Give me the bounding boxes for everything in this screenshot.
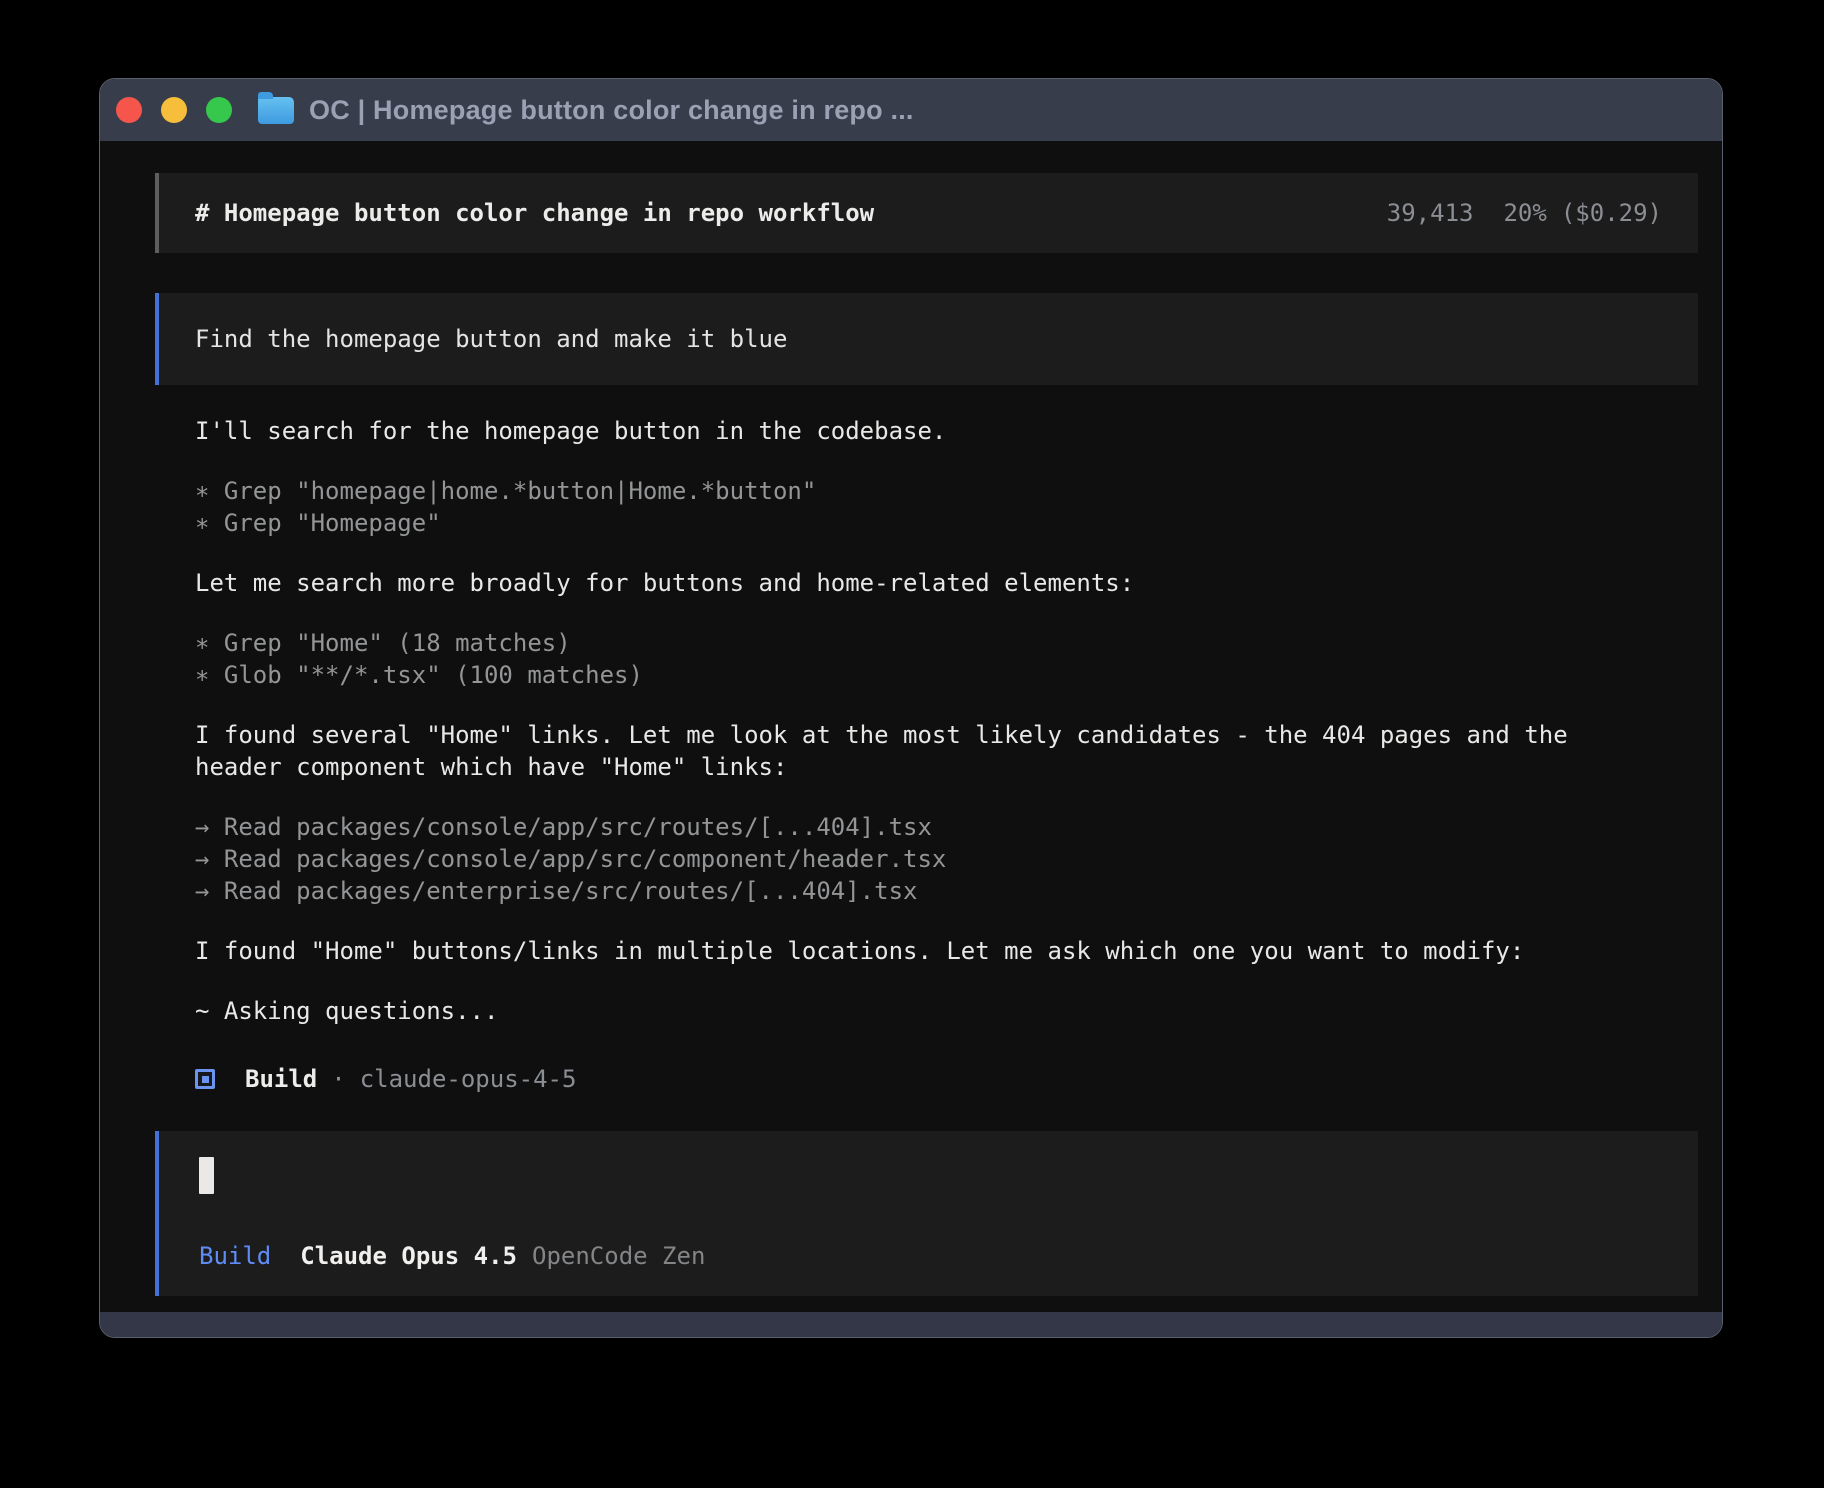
session-title: # Homepage button color change in repo w… [195, 197, 874, 229]
assistant-text: I'll search for the homepage button in t… [195, 415, 1645, 447]
close-button[interactable] [116, 97, 142, 123]
tool-call-read: → Read packages/enterprise/src/routes/[.… [195, 875, 1645, 907]
terminal-content: # Homepage button color change in repo w… [100, 141, 1722, 1312]
session-header: # Homepage button color change in repo w… [155, 173, 1698, 253]
terminal-window: OC | Homepage button color change in rep… [99, 78, 1723, 1338]
tool-call-grep: ∗ Grep "homepage|home.*button|Home.*butt… [195, 475, 1645, 507]
input-footer: Build Claude Opus 4.5 OpenCode Zen [199, 1240, 1662, 1272]
tool-call-read: → Read packages/console/app/src/routes/[… [195, 811, 1645, 843]
maximize-button[interactable] [206, 97, 232, 123]
model-label: Claude Opus 4.5 [300, 1242, 517, 1270]
session-stats: 39,413 20% ($0.29) [1387, 197, 1662, 229]
assistant-text: I found "Home" buttons/links in multiple… [195, 935, 1645, 967]
tool-call-glob: ∗ Glob "**/*.tsx" (100 matches) [195, 659, 1645, 691]
tool-call-group: ∗ Grep "Home" (18 matches) ∗ Glob "**/*.… [195, 627, 1645, 691]
folder-icon [258, 97, 294, 124]
assistant-text: Let me search more broadly for buttons a… [195, 567, 1645, 599]
user-message: Find the homepage button and make it blu… [155, 293, 1698, 385]
titlebar: OC | Homepage button color change in rep… [100, 79, 1722, 141]
window-bottom-chrome [100, 1312, 1722, 1337]
agent-icon [195, 1069, 215, 1089]
tool-call-grep: ∗ Grep "Homepage" [195, 507, 1645, 539]
token-count: 39,413 [1387, 199, 1474, 227]
tool-call-group: → Read packages/console/app/src/routes/[… [195, 811, 1645, 907]
window-controls [116, 97, 232, 123]
agent-separator: · [331, 1063, 345, 1095]
provider-label: OpenCode Zen [532, 1242, 705, 1270]
tool-call-grep: ∗ Grep "Home" (18 matches) [195, 627, 1645, 659]
session-cost: ($0.29) [1561, 199, 1662, 227]
agent-model: claude-opus-4-5 [360, 1063, 577, 1095]
tool-call-read: → Read packages/console/app/src/componen… [195, 843, 1645, 875]
prompt-input[interactable]: Build Claude Opus 4.5 OpenCode Zen [155, 1131, 1698, 1296]
minimize-button[interactable] [161, 97, 187, 123]
user-message-text: Find the homepage button and make it blu… [195, 325, 787, 353]
window-title: OC | Homepage button color change in rep… [309, 95, 914, 126]
agent-name: Build [245, 1063, 317, 1095]
mode-label: Build [199, 1242, 271, 1270]
context-percent: 20% [1503, 199, 1546, 227]
assistant-text: I found several "Home" links. Let me loo… [195, 719, 1645, 783]
tool-call-group: ∗ Grep "homepage|home.*button|Home.*butt… [195, 475, 1645, 539]
text-cursor [199, 1157, 214, 1194]
assistant-working-status: ~ Asking questions... [195, 995, 1645, 1027]
agent-status-line: Build · claude-opus-4-5 [195, 1063, 1698, 1095]
